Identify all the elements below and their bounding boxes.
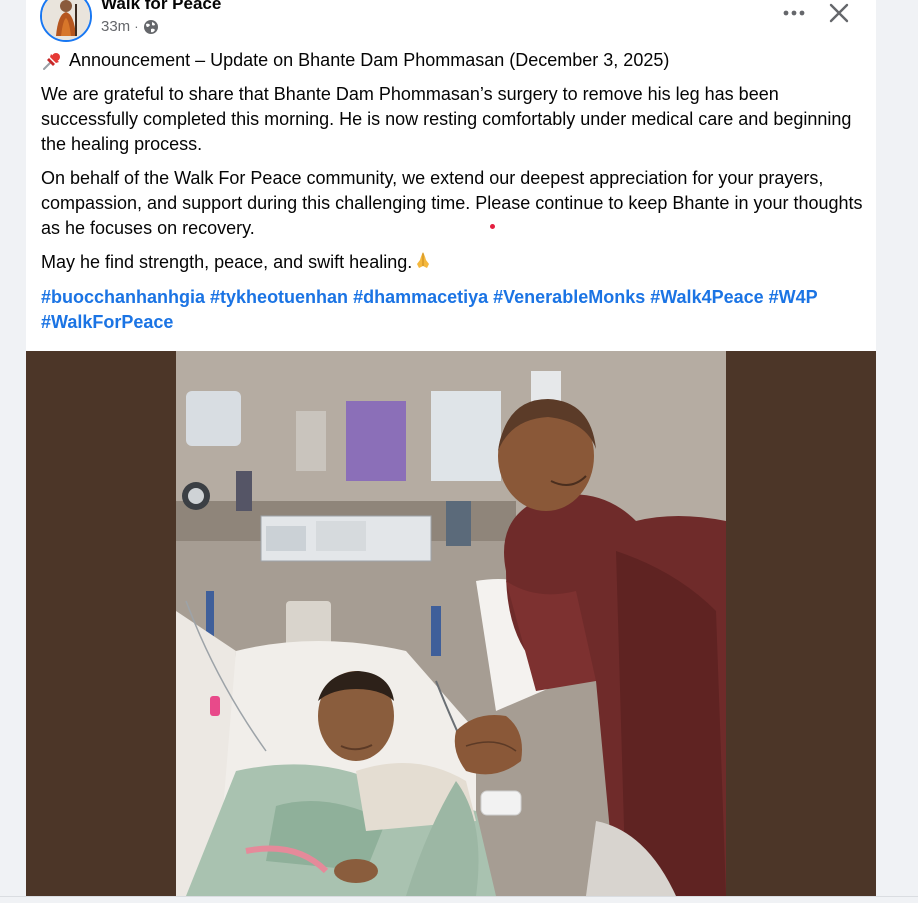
avatar-image [42,0,90,40]
hashtag-link[interactable]: #Walk4Peace [650,287,763,307]
notification-dot [490,224,495,229]
close-button[interactable] [824,0,854,28]
post-time[interactable]: 33m [101,18,130,35]
globe-icon[interactable] [143,19,159,35]
pushpin-icon [41,50,63,72]
feed-divider [0,896,918,903]
hashtag-link[interactable]: #buocchanhanhgia [41,287,205,307]
closing-line: May he find strength, peace, and swift h… [41,250,863,277]
hashtag-link[interactable]: #tykheotuenhan [210,287,348,307]
hashtag-link[interactable]: #dhammacetiya [353,287,488,307]
hospital-scene [176,351,726,896]
author-name[interactable]: Walk for Peace [101,0,221,14]
post-text: Announcement – Update on Bhante Dam Phom… [41,48,863,335]
more-options-button[interactable] [779,0,809,26]
hashtag-list: #buocchanhanhgia #tykheotuenhan #dhammacet… [41,285,863,335]
closing-text: May he find strength, peace, and swift h… [41,252,413,272]
praying-hands-icon [413,250,433,277]
hospital-photo[interactable] [176,351,726,896]
post-title: Announcement – Update on Bhante Dam Phom… [69,50,670,70]
post-card: Walk for Peace 33m · Announcement – Upda… [26,0,876,896]
close-icon [829,3,849,23]
avatar[interactable] [40,0,92,42]
post-title-line: Announcement – Update on Bhante Dam Phom… [41,48,863,73]
hashtag-link[interactable]: #W4P [769,287,818,307]
post-media [26,351,876,896]
post-header: Walk for Peace 33m · [26,0,876,48]
hashtag-link[interactable]: #WalkForPeace [41,312,173,332]
more-icon [783,10,805,16]
meta-separator: · [134,19,139,34]
hashtag-link[interactable]: #VenerableMonks [493,287,645,307]
paragraph-1: We are grateful to share that Bhante Dam… [41,84,852,154]
paragraph-2: On behalf of the Walk For Peace communit… [41,168,863,238]
post-meta: 33m · [101,18,159,35]
